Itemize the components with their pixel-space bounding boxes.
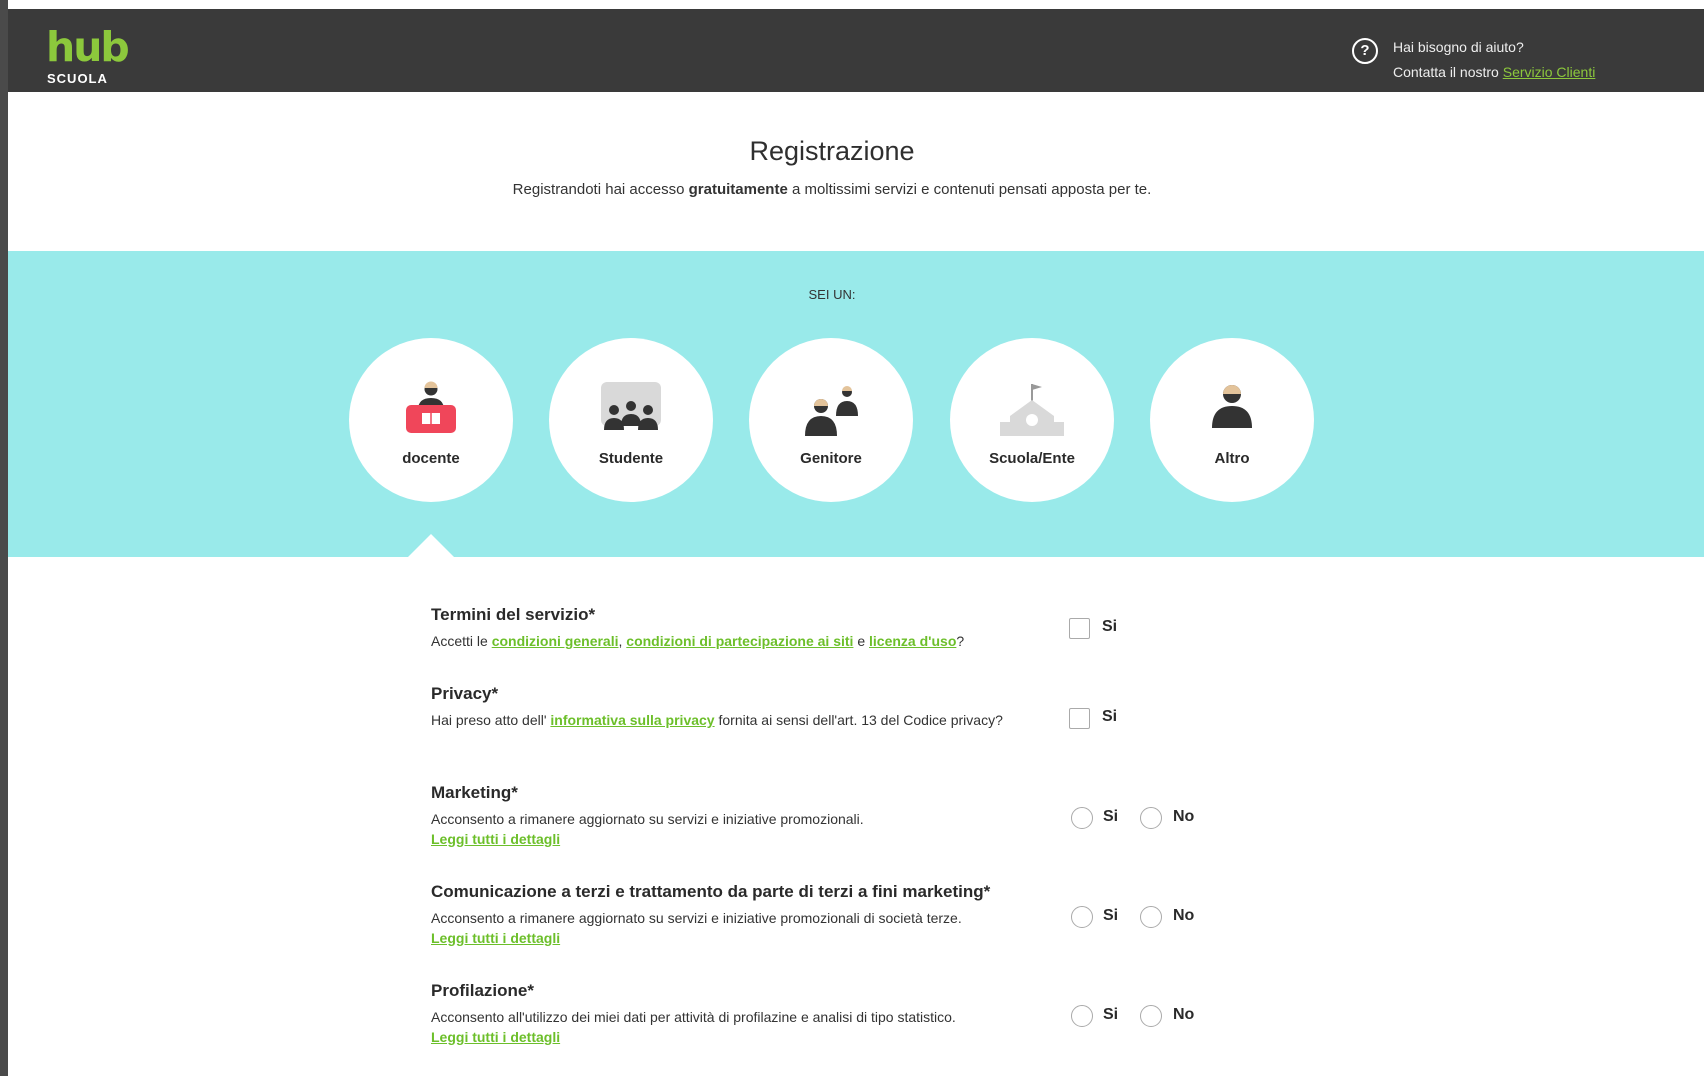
role-prompt: SEI UN: — [808, 287, 856, 302]
terms-title: Termini del servizio* — [431, 605, 596, 624]
help-contact: Contatta il nostro Servizio Clienti — [1393, 64, 1595, 80]
role-school-button[interactable]: Scuola/Ente — [950, 338, 1114, 502]
third-party-no-label: No — [1173, 907, 1195, 924]
subtitle-prefix: Registrandoti hai accesso — [512, 181, 689, 198]
profiling-description: Acconsento all'utilizzo dei miei dati pe… — [431, 1009, 956, 1025]
hub-scuola-logo[interactable]: hub SCUOLA — [46, 23, 130, 87]
third-party-yes-label: Si — [1103, 907, 1119, 924]
role-teacher-button[interactable]: docente — [349, 338, 513, 502]
marketing-no-radio[interactable] — [1140, 807, 1162, 829]
third-party-yes-radio[interactable] — [1071, 906, 1093, 928]
window-top-edge — [0, 0, 1704, 9]
terms-row: Termini del servizio* Accetti le condizi… — [431, 605, 1531, 655]
third-party-description: Acconsento a rimanere aggiornato su serv… — [431, 910, 962, 926]
profiling-details-link[interactable]: Leggi tutti i dettagli — [431, 1029, 560, 1045]
marketing-yes-label: Si — [1103, 808, 1119, 825]
third-party-no-radio[interactable] — [1140, 906, 1162, 928]
third-party-details-link[interactable]: Leggi tutti i dettagli — [431, 930, 560, 946]
help-question: Hai bisogno di aiuto? — [1393, 39, 1524, 55]
role-label: Studente — [598, 450, 664, 467]
selected-role-pointer — [408, 534, 454, 557]
privacy-row: Privacy* Hai preso atto dell' informativ… — [431, 684, 1531, 754]
terms-yes-label: Si — [1102, 618, 1118, 635]
profiling-row: Profilazione* Acconsento all'utilizzo de… — [431, 981, 1531, 1051]
subtitle-suffix: a moltissimi servizi e contenuti pensati… — [787, 181, 1152, 198]
question-circle-icon: ? — [1352, 38, 1378, 64]
customer-service-link[interactable]: Servizio Clienti — [1503, 64, 1596, 80]
marketing-yes-radio[interactable] — [1071, 807, 1093, 829]
role-parent-button[interactable]: Genitore — [749, 338, 913, 502]
terms-desc-3: e — [853, 633, 870, 649]
profiling-yes-radio[interactable] — [1071, 1005, 1093, 1027]
terms-description: Accetti le condizioni generali, condizio… — [431, 631, 1071, 652]
marketing-title: Marketing* — [431, 783, 518, 802]
person-icon — [1212, 385, 1252, 428]
profiling-no-radio[interactable] — [1140, 1005, 1162, 1027]
terms-yes-checkbox[interactable] — [1069, 618, 1090, 639]
school-icon — [1000, 384, 1064, 436]
help-box: ? Hai bisogno di aiuto? Contatta il nost… — [1352, 31, 1682, 81]
page-subtitle: Registrandoti hai accesso gratuitamente … — [0, 181, 1664, 198]
third-party-row: Comunicazione a terzi e trattamento da p… — [431, 882, 1531, 952]
profiling-no-label: No — [1173, 1006, 1195, 1023]
marketing-details-link[interactable]: Leggi tutti i dettagli — [431, 831, 560, 847]
role-label: Scuola/Ente — [989, 450, 1075, 467]
general-conditions-link[interactable]: condizioni generali — [492, 633, 619, 649]
privacy-desc-1: Hai preso atto dell' — [431, 712, 551, 728]
terms-desc-1: Accetti le — [431, 633, 492, 649]
privacy-yes-label: Si — [1102, 708, 1118, 725]
third-party-title: Comunicazione a terzi e trattamento da p… — [431, 882, 991, 901]
role-student-button[interactable]: Studente — [549, 338, 713, 502]
marketing-description: Acconsento a rimanere aggiornato su serv… — [431, 811, 864, 827]
site-header: hub SCUOLA ? Hai bisogno di aiuto? Conta… — [8, 9, 1704, 92]
role-label: docente — [402, 450, 460, 467]
privacy-title: Privacy* — [431, 684, 499, 703]
logo-scuola-text: SCUOLA — [47, 71, 108, 86]
site-participation-conditions-link[interactable]: condizioni di partecipazione ai siti — [626, 633, 853, 649]
marketing-no-label: No — [1173, 808, 1195, 825]
teacher-icon — [406, 381, 456, 433]
subtitle-bold: gratuitamente — [688, 181, 788, 198]
privacy-policy-link[interactable]: informativa sulla privacy — [550, 712, 714, 728]
role-label: Altro — [1214, 450, 1250, 467]
students-icon — [601, 382, 661, 430]
profiling-yes-label: Si — [1103, 1006, 1119, 1023]
role-other-button[interactable]: Altro — [1150, 338, 1314, 502]
terms-desc-4: ? — [956, 633, 965, 649]
help-contact-prefix: Contatta il nostro — [1393, 64, 1503, 80]
logo-hub-text: hub — [46, 23, 130, 71]
marketing-row: Marketing* Acconsento a rimanere aggiorn… — [431, 783, 1531, 853]
privacy-desc-2: fornita ai sensi dell'art. 13 del Codice… — [714, 712, 1003, 728]
parents-icon — [805, 386, 858, 436]
privacy-description: Hai preso atto dell' informativa sulla p… — [431, 710, 1031, 731]
page-title: Registrazione — [749, 136, 915, 166]
privacy-yes-checkbox[interactable] — [1069, 708, 1090, 729]
role-label: Genitore — [800, 450, 862, 467]
license-link[interactable]: licenza d'uso — [869, 633, 956, 649]
profiling-title: Profilazione* — [431, 981, 534, 1000]
